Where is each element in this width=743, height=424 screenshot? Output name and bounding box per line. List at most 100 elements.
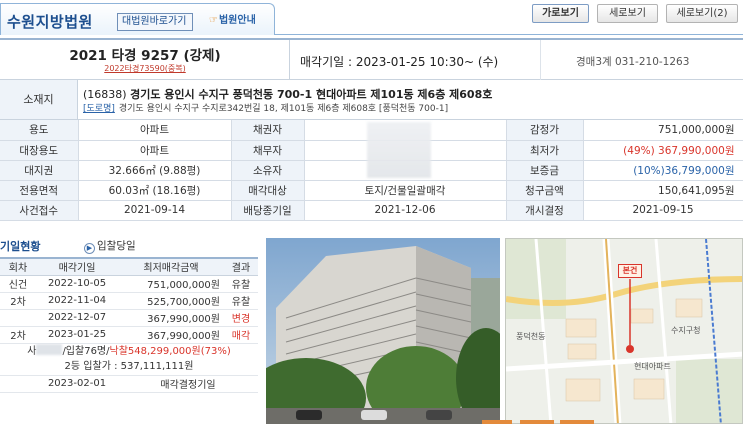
- road-address-text: 경기도 용인시 수지구 수지로342번길 18, 제101동 제6층 제608호…: [118, 104, 449, 114]
- round: 2차: [0, 292, 36, 310]
- history-row: 2차 2023-01-25 367,990,000원 매각: [0, 326, 258, 344]
- redacted-names: [367, 122, 431, 178]
- map-label: 수지구청: [671, 326, 701, 335]
- amount-header: 최저매각금액: [118, 257, 224, 276]
- map-label: 풍덕천동: [516, 332, 546, 341]
- deposit-value: (10%)36,799,000원: [583, 160, 743, 181]
- horizontal-view-button[interactable]: 가로보기: [532, 4, 589, 23]
- sale-date: 매각기일 : 2023-01-25 10:30~ (수): [300, 55, 499, 69]
- bid-day-link[interactable]: ▶ 입찰당일: [84, 238, 136, 254]
- claim-amount-label: 청구금액: [506, 180, 584, 201]
- location-map[interactable]: 본건 풍덕천동 수지구청 현대아파트: [505, 238, 743, 424]
- claim-amount-value: 150,641,095원: [583, 180, 743, 201]
- court-tab: 수원지방법원 대법원바로가기 ☞법원안내: [0, 3, 275, 35]
- info-row: 사건접수 2021-09-14 배당종기일 2021-12-06 개시결정 20…: [0, 200, 743, 221]
- case-received-value: 2021-09-14: [78, 200, 232, 221]
- registry-usage-label: 대장용도: [0, 140, 79, 161]
- divider: [540, 40, 541, 80]
- owner-label: 소유자: [231, 160, 305, 181]
- history-title: 기일현황: [0, 240, 41, 253]
- date-header: 매각기일: [36, 257, 118, 276]
- round: 신건: [0, 275, 36, 293]
- minimum-price-label: 최저가: [506, 140, 584, 161]
- decision-date: 2023-02-01: [36, 375, 118, 393]
- winning-bid: 낙찰548,299,000원(73%): [109, 346, 231, 357]
- second-bid: 2등 입찰가 : 537,111,111원: [64, 361, 194, 372]
- address-label: 소재지: [0, 80, 78, 119]
- vertical-view-2-button[interactable]: 세로보기(2): [666, 4, 738, 23]
- address-main: (16838) 경기도 용인시 수지구 풍덕천동 700-1 현대아파트 제10…: [83, 86, 492, 102]
- auction-department: 경매3계 031-210-1263: [576, 56, 690, 68]
- hand-pointer-icon: ☞: [209, 15, 218, 26]
- result: 매각: [224, 326, 258, 344]
- deposit-label: 보증금: [506, 160, 584, 181]
- appraisal-value: 751,000,000원: [583, 120, 743, 141]
- commencement-label: 개시결정: [506, 200, 584, 221]
- auction-history-table: 회차 매각기일 최저매각금액 결과 신건 2022-10-05 751,000,…: [0, 257, 258, 393]
- round: [0, 375, 36, 393]
- min-amount: 751,000,000원: [118, 275, 224, 293]
- round: 2차: [0, 326, 36, 344]
- sale-date: 2023-01-25: [36, 326, 118, 344]
- sale-date: 2022-10-05: [36, 275, 118, 293]
- dividend-deadline-label: 배당종기일: [231, 200, 305, 221]
- minimum-price-value: (49%) 367,990,000원: [583, 140, 743, 161]
- winning-bid-row: 사/입찰76명/낙찰548,299,000원(73%) 2등 입찰가 : 537…: [0, 343, 258, 376]
- history-row: 2022-12-07 367,990,000원 변경: [0, 309, 258, 327]
- bid-day-label: 입찰당일: [97, 240, 136, 252]
- case-summary: 2021 타경 9257 (강제) 2022타경73590(중복) 매각기일 :…: [0, 38, 743, 80]
- result: 변경: [224, 309, 258, 327]
- winning-bid-info: 사/입찰76명/낙찰548,299,000원(73%) 2등 입찰가 : 537…: [0, 343, 258, 376]
- sale-target-value: 토지/건물일괄매각: [304, 180, 507, 201]
- sale-target-label: 매각대상: [231, 180, 305, 201]
- min-amount: 367,990,000원: [118, 309, 224, 327]
- case-number-box: 2021 타경 9257 (강제) 2022타경73590(중복): [0, 40, 290, 80]
- decision-label: 매각결정기일: [118, 375, 258, 393]
- commencement-value: 2021-09-15: [583, 200, 743, 221]
- history-row: 신건 2022-10-05 751,000,000원 유찰: [0, 275, 258, 293]
- vertical-view-button[interactable]: 세로보기: [597, 4, 658, 23]
- supreme-court-link-button[interactable]: 대법원바로가기: [117, 13, 193, 31]
- usage-value: 아파트: [78, 120, 232, 141]
- bottom-tab[interactable]: [482, 420, 512, 424]
- header-divider: [275, 34, 743, 35]
- history-header-row: 회차 매각기일 최저매각금액 결과: [0, 257, 258, 276]
- duplicate-case-link[interactable]: 2022타경73590(중복): [0, 63, 290, 74]
- land-right-label: 대지권: [0, 160, 79, 181]
- history-row: 2차 2022-11-04 525,700,000원 유찰: [0, 292, 258, 310]
- usage-label: 용도: [0, 120, 79, 141]
- sale-date: 2022-11-04: [36, 292, 118, 310]
- court-name: 수원지방법원: [7, 13, 93, 31]
- debtor-label: 채무자: [231, 140, 305, 161]
- min-amount: 525,700,000원: [118, 292, 224, 310]
- registry-usage-value: 아파트: [78, 140, 232, 161]
- road-address: [도로명] 경기도 용인시 수지구 수지로342번길 18, 제101동 제6층 …: [83, 101, 448, 114]
- dividend-deadline-value: 2021-12-06: [304, 200, 507, 221]
- map-label: 현대아파트: [634, 362, 671, 371]
- result: 유찰: [224, 275, 258, 293]
- round: [0, 309, 36, 327]
- court-guide-button[interactable]: ☞법원안내: [205, 13, 271, 31]
- result: 유찰: [224, 292, 258, 310]
- lot-address: 경기도 용인시 수지구 풍덕천동 700-1 현대아파트 제101동 제6층 제…: [130, 88, 493, 101]
- zip-code: (16838): [83, 88, 127, 101]
- round-header: 회차: [0, 257, 36, 276]
- min-amount: 367,990,000원: [118, 326, 224, 344]
- circle-arrow-icon: ▶: [84, 243, 95, 254]
- result-header: 결과: [224, 257, 258, 276]
- exclusive-area-value: 60.03㎡ (18.16평): [78, 180, 232, 201]
- bidder-count: /입찰76명/: [62, 346, 110, 357]
- subject-property-badge: 본건: [618, 264, 642, 278]
- bottom-tab[interactable]: [520, 420, 554, 424]
- exclusive-area-label: 전용면적: [0, 180, 79, 201]
- apartment-photo-image: [266, 238, 500, 424]
- property-photo[interactable]: [266, 238, 500, 424]
- sale-date: 2022-12-07: [36, 309, 118, 327]
- road-address-tag[interactable]: [도로명]: [83, 104, 115, 114]
- case-number: 2021 타경 9257 (강제): [69, 48, 221, 64]
- bottom-tab[interactable]: [560, 420, 594, 424]
- court-guide-label: 법원안내: [218, 15, 256, 26]
- case-received-label: 사건접수: [0, 200, 79, 221]
- appraisal-label: 감정가: [506, 120, 584, 141]
- info-row: 전용면적 60.03㎡ (18.16평) 매각대상 토지/건물일괄매각 청구금액…: [0, 180, 743, 201]
